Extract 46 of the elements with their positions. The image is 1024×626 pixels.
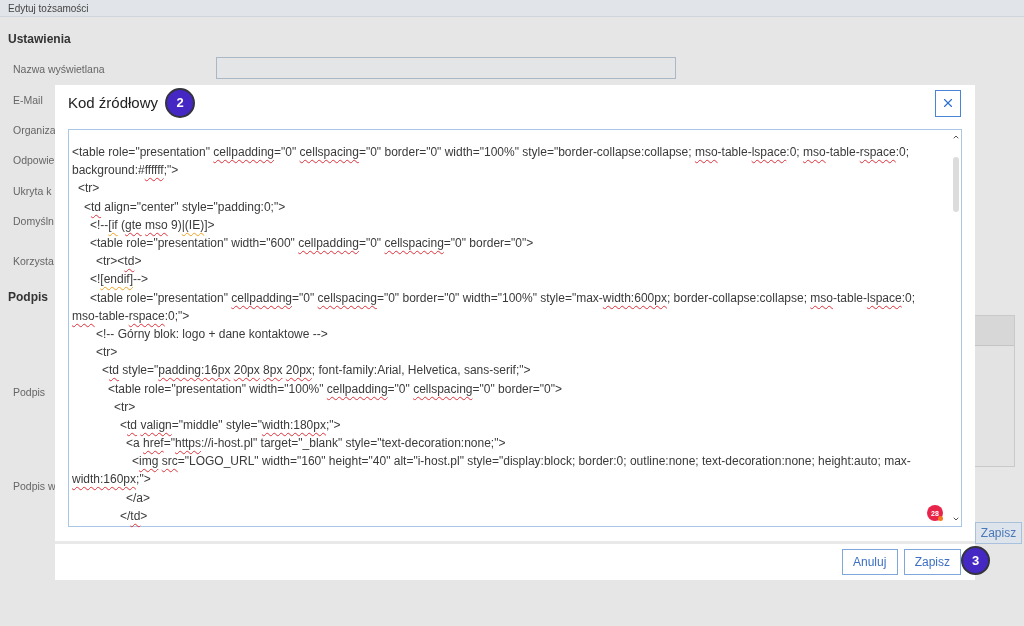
scroll-up-icon[interactable] <box>951 133 960 141</box>
field-label: Podpis <box>13 385 46 398</box>
code-line: </td> <box>120 507 148 524</box>
section-heading: Ustawienia <box>8 31 71 48</box>
code-line: <table role="presentation" width="600" cellpadding="0" cellspacing="0" border="0"> <box>90 235 534 252</box>
code-line: <td align="center" style="padding:0;"> <box>84 198 286 215</box>
field-label: Organiza <box>13 123 56 136</box>
code-line: <a href="https://i-host.pl" target="_blank" style="text-decoration:none;"> <box>126 435 506 452</box>
code-line: <img src="LOGO_URL" width="160" height="40" alt="i-host.pl" style="display:block; border:0; outline:none; text-decoration:none; height:auto; max- <box>132 453 911 470</box>
code-line: background:#ffffff;"> <box>72 162 179 179</box>
section-heading: Podpis <box>8 288 48 306</box>
dialog-button[interactable]: Zapisz <box>903 549 961 575</box>
page-title: Edytuj tożsamości <box>8 1 89 16</box>
code-line: <td style="padding:16px 20px 8px 20px; font-family:Arial, Helvetica, sans-serif;"> <box>102 362 531 379</box>
field-label: Domyśln <box>13 215 54 228</box>
code-line: width:160px;"> <box>72 471 151 488</box>
field-label: Podpis w <box>13 479 56 492</box>
code-line: <tr> <box>78 180 100 197</box>
scroll-down-icon[interactable] <box>951 515 960 523</box>
code-line: <![endif]--> <box>90 271 149 288</box>
dialog-button[interactable]: Anuluj <box>841 549 898 575</box>
close-icon <box>941 96 955 110</box>
scrollbar-thumb[interactable] <box>952 157 959 212</box>
code-line: <td valign="middle" style="width:180px;"> <box>120 416 341 433</box>
code-line: mso-table-rspace:0;"> <box>72 307 190 324</box>
field-label: Korzysta <box>13 255 54 268</box>
field-label: Odpowie <box>13 154 55 167</box>
code-line: <!-- Górny blok: logo + dane kontaktowe --> <box>96 325 328 342</box>
code-line: <table role="presentation" cellpadding="0" cellspacing="0" border="0" width="100%" style="border-collapse:collapse; mso-table-lspace:0; mso-table-rspace:0; <box>72 144 910 161</box>
code-line: <table role="presentation" width="100%" cellpadding="0" cellspacing="0" border="0"> <box>108 380 562 397</box>
code-line: <!--[if (gte mso 9)|(IE)]> <box>90 216 215 233</box>
field-label: Nazwa wyświetlana <box>13 63 105 76</box>
code-line: <tr> <box>96 344 118 361</box>
field-label: E-Mail <box>13 93 43 106</box>
code-line: <tr> <box>114 398 136 415</box>
code-editor[interactable] <box>68 129 962 527</box>
step-badge: 2 <box>165 88 196 118</box>
dialog-title: Kod źródłowy <box>68 92 159 113</box>
save-button[interactable]: Zapisz <box>975 521 1022 544</box>
step-badge: 3 <box>961 546 990 575</box>
field-label: Ukryta k <box>13 184 52 197</box>
code-line: <table role="presentation" cellpadding="0" cellspacing="0" border="0" width="100%" style="max-width:600px; border-collapse:collapse; mso-table-lspace:0; <box>90 289 916 306</box>
close-button[interactable] <box>935 89 961 117</box>
input-field[interactable] <box>216 57 676 80</box>
code-line: </a> <box>126 489 151 506</box>
code-line: <tr><td> <box>96 253 142 270</box>
